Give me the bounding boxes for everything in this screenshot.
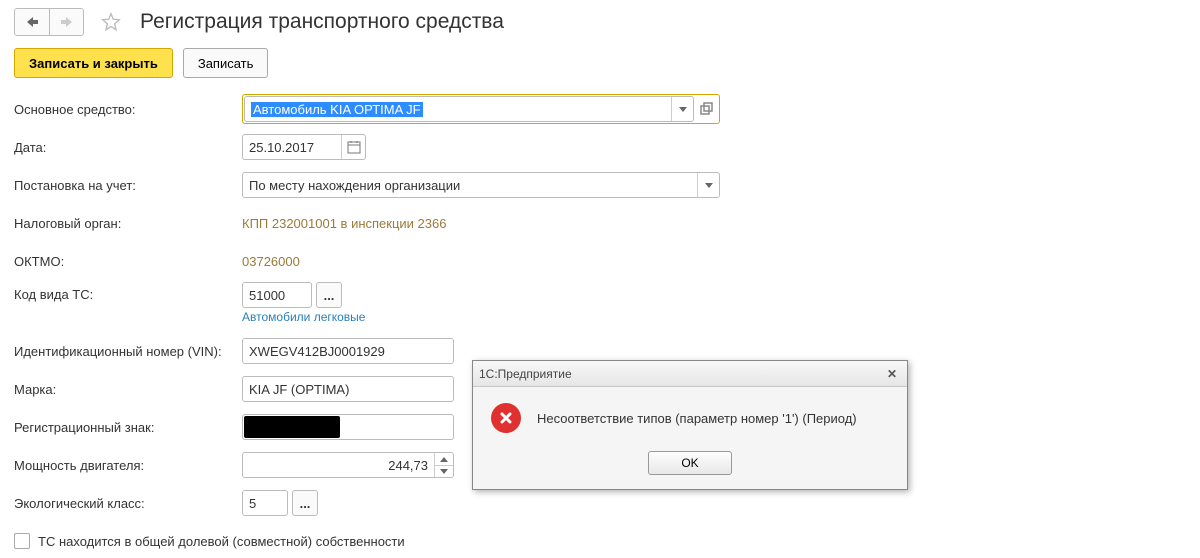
date-input[interactable]: 25.10.2017 xyxy=(249,140,341,155)
shared-ownership-checkbox[interactable] xyxy=(14,533,30,549)
error-dialog: 1С:Предприятие ✕ Несоответствие типов (п… xyxy=(472,360,908,490)
date-label: Дата: xyxy=(14,140,242,155)
registration-dropdown-button[interactable] xyxy=(697,173,719,197)
nav-forward-button[interactable] xyxy=(49,9,83,35)
date-calendar-button[interactable] xyxy=(341,135,365,159)
shared-ownership-label: ТС находится в общей долевой (совместной… xyxy=(38,534,405,549)
dialog-message: Несоответствие типов (параметр номер '1'… xyxy=(537,411,857,426)
asset-input[interactable]: Автомобиль KIA ОРТIMA JF xyxy=(251,102,423,117)
dialog-close-button[interactable]: ✕ xyxy=(883,365,901,383)
asset-open-button[interactable] xyxy=(694,97,718,121)
page-title: Регистрация транспортного средства xyxy=(140,10,504,34)
dialog-title: 1С:Предприятие xyxy=(479,367,572,381)
oktmo-value: 03726000 xyxy=(242,254,300,269)
ts-code-hint: Автомобили легковые xyxy=(242,310,365,324)
registration-input[interactable]: По месту нахождения организации xyxy=(249,178,697,193)
favorite-star-icon[interactable] xyxy=(98,9,124,35)
power-label: Мощность двигателя: xyxy=(14,458,242,473)
error-icon xyxy=(491,403,521,433)
ts-code-picker-button[interactable]: ... xyxy=(316,282,342,308)
registration-label: Постановка на учет: xyxy=(14,178,242,193)
brand-input[interactable]: KIA JF (OPTIMA) xyxy=(249,382,447,397)
vin-input[interactable]: XWEGV412BJ0001929 xyxy=(249,344,447,359)
ts-code-input[interactable]: 51000 xyxy=(249,288,305,303)
oktmo-label: ОКТМО: xyxy=(14,254,242,269)
eco-class-input[interactable]: 5 xyxy=(249,496,281,511)
dialog-ok-button[interactable]: OK xyxy=(648,451,732,475)
vin-label: Идентификационный номер (VIN): xyxy=(14,344,242,359)
tax-authority-label: Налоговый орган: xyxy=(14,216,242,231)
eco-class-label: Экологический класс: xyxy=(14,496,242,511)
save-close-button[interactable]: Записать и закрыть xyxy=(14,48,173,78)
power-input[interactable]: 244,73 xyxy=(249,458,434,473)
save-button[interactable]: Записать xyxy=(183,48,269,78)
brand-label: Марка: xyxy=(14,382,242,397)
nav-buttons xyxy=(14,8,84,36)
power-spin-up[interactable] xyxy=(435,453,453,465)
asset-label: Основное средство: xyxy=(14,102,242,117)
asset-dropdown-button[interactable] xyxy=(671,97,693,121)
reg-plate-redacted xyxy=(244,416,340,438)
power-spin-down[interactable] xyxy=(435,465,453,477)
power-spinner xyxy=(434,453,453,477)
eco-class-picker-button[interactable]: ... xyxy=(292,490,318,516)
nav-back-button[interactable] xyxy=(15,9,49,35)
tax-authority-value: КПП 232001001 в инспекции 2366 xyxy=(242,216,446,231)
reg-plate-label: Регистрационный знак: xyxy=(14,420,242,435)
ts-code-label: Код вида ТС: xyxy=(14,282,242,302)
